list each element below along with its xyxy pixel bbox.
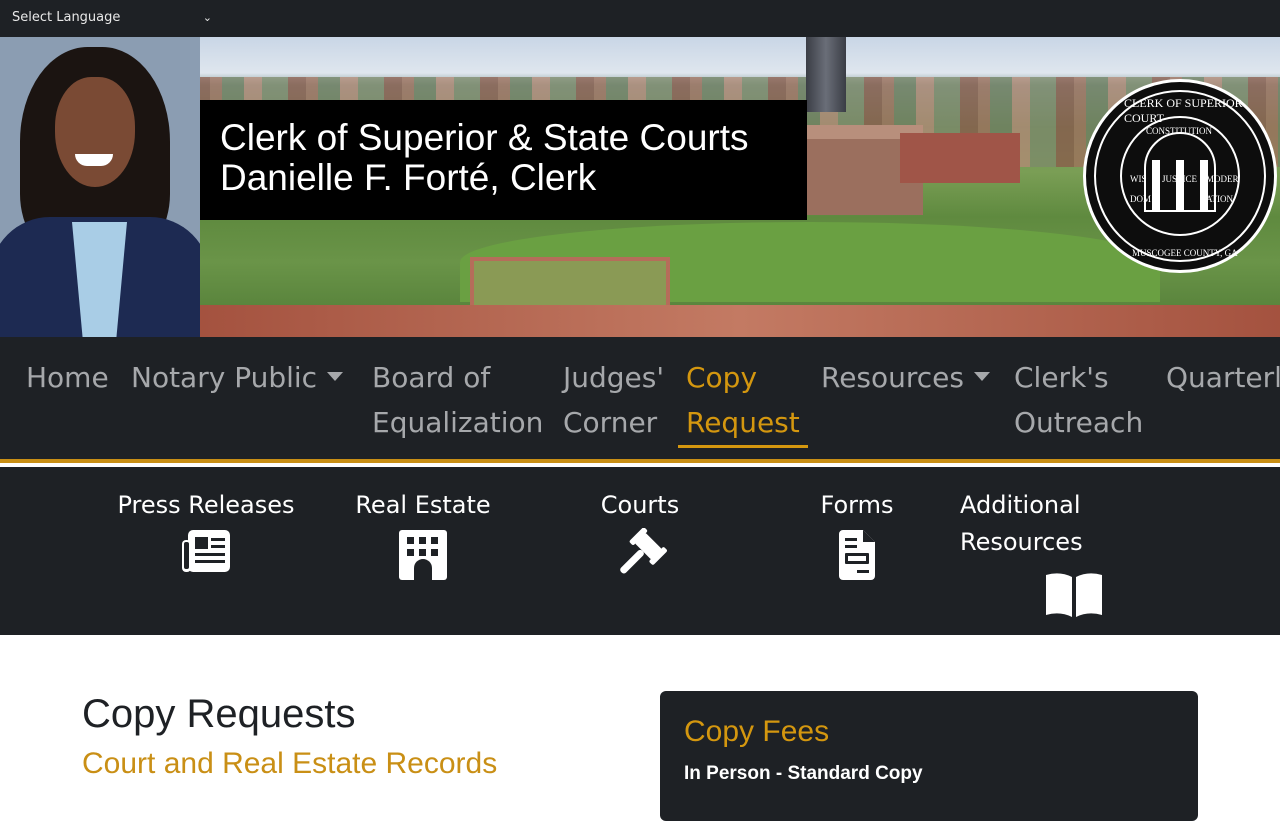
gavel-icon [620, 528, 667, 574]
site-title: Clerk of Superior & State Courts Daniell… [200, 100, 807, 220]
language-select[interactable]: Select Language ⌄ [6, 7, 216, 29]
seal-word-5: DOM [1130, 194, 1152, 204]
site-title-line2: Danielle F. Forté, Clerk [220, 157, 597, 198]
language-bar: Select Language ⌄ [0, 0, 1280, 37]
nav-notary-public-label: Notary Public [131, 361, 318, 394]
brick-building [900, 133, 1020, 183]
quick-link-forms[interactable]: Forms [802, 487, 912, 582]
quick-link-real-estate[interactable]: Real Estate [343, 487, 503, 582]
clerk-portrait [0, 37, 200, 337]
court-seal-logo: CLERK OF SUPERIOR COURT CONSTITUTION WIS… [1083, 79, 1277, 273]
nav-quarterly-label: Quarterl [1166, 361, 1280, 394]
caret-down-icon [327, 371, 344, 381]
book-open-icon [1046, 573, 1102, 617]
page-subtitle: Court and Real Estate Records [82, 747, 498, 780]
nav-board-label-line1: Board of [372, 361, 491, 394]
nav-judges-label-line2: Corner [563, 406, 658, 439]
language-select-label: Select Language [12, 10, 121, 25]
nav-board-of-equalization[interactable]: Board of Equalization [372, 355, 543, 445]
site-title-line1: Clerk of Superior & State Courts [220, 117, 749, 158]
nav-home[interactable]: Home [26, 355, 109, 400]
quick-link-press-releases[interactable]: Press Releases [116, 487, 296, 574]
seal-text-top: CLERK OF SUPERIOR COURT [1124, 96, 1243, 125]
nav-resources-label: Resources [821, 361, 964, 394]
copy-fees-subtitle: In Person - Standard Copy [684, 763, 923, 784]
seal-word-4: MODER [1206, 174, 1239, 184]
page-title: Copy Requests [82, 692, 356, 736]
quick-link-courts[interactable]: Courts [575, 487, 705, 582]
quick-link-real-estate-label: Real Estate [355, 491, 491, 519]
seal-word-1: CONSTITUTION [1146, 126, 1212, 136]
copy-fees-title: Copy Fees [684, 715, 830, 748]
nav-notary-public[interactable]: Notary Public [131, 355, 344, 400]
nav-copy-request[interactable]: Copy Request [678, 355, 808, 448]
quick-link-forms-label: Forms [820, 491, 894, 519]
nav-clerks-outreach[interactable]: Clerk's Outreach [1014, 355, 1143, 445]
nav-outreach-label-line1: Clerk's [1014, 361, 1109, 394]
copy-fees-card: Copy Fees In Person - Standard Copy [660, 691, 1198, 821]
chevron-down-icon: ⌄ [202, 11, 212, 24]
nav-home-label: Home [26, 361, 109, 394]
quick-link-courts-label: Courts [600, 491, 680, 519]
quick-links: Press Releases Real Estate Courts Forms … [0, 467, 1280, 635]
quick-link-additional-resources[interactable]: Additional Resources [960, 487, 1102, 619]
file-invoice-icon [839, 530, 875, 580]
seal-text-bottom: MUSCOGEE COUNTY, GA [1132, 248, 1238, 258]
main-nav: Home Notary Public Board of Equalization… [0, 337, 1280, 463]
nav-outreach-label-line2: Outreach [1014, 406, 1144, 439]
seal-word-2: WIS [1130, 174, 1147, 184]
quick-link-press-releases-label: Press Releases [117, 491, 295, 519]
hero-banner: Clerk of Superior & State Courts Daniell… [0, 37, 1280, 337]
nav-quarterly[interactable]: Quarterl [1166, 355, 1280, 400]
nav-copy-label-line2: Request [686, 406, 800, 439]
nav-copy-label-line1: Copy [686, 361, 758, 394]
nav-judges-label-line1: Judges' [563, 361, 665, 394]
quick-link-additional-label-line2: Resources [960, 528, 1083, 556]
brick-wall [200, 305, 1280, 337]
nav-resources[interactable]: Resources [821, 355, 990, 400]
seal-word-6: ATION [1206, 194, 1233, 204]
quick-link-additional-label-line1: Additional [960, 491, 1081, 519]
newspaper-icon [182, 530, 230, 572]
main-content: Copy Requests Court and Real Estate Reco… [0, 635, 1280, 821]
nav-board-label-line2: Equalization [372, 406, 544, 439]
tower-building [806, 37, 846, 112]
seal-word-3: JUSTICE [1162, 174, 1198, 184]
building-icon [399, 530, 447, 580]
nav-judges-corner[interactable]: Judges' Corner [563, 355, 664, 445]
caret-down-icon [974, 371, 990, 381]
